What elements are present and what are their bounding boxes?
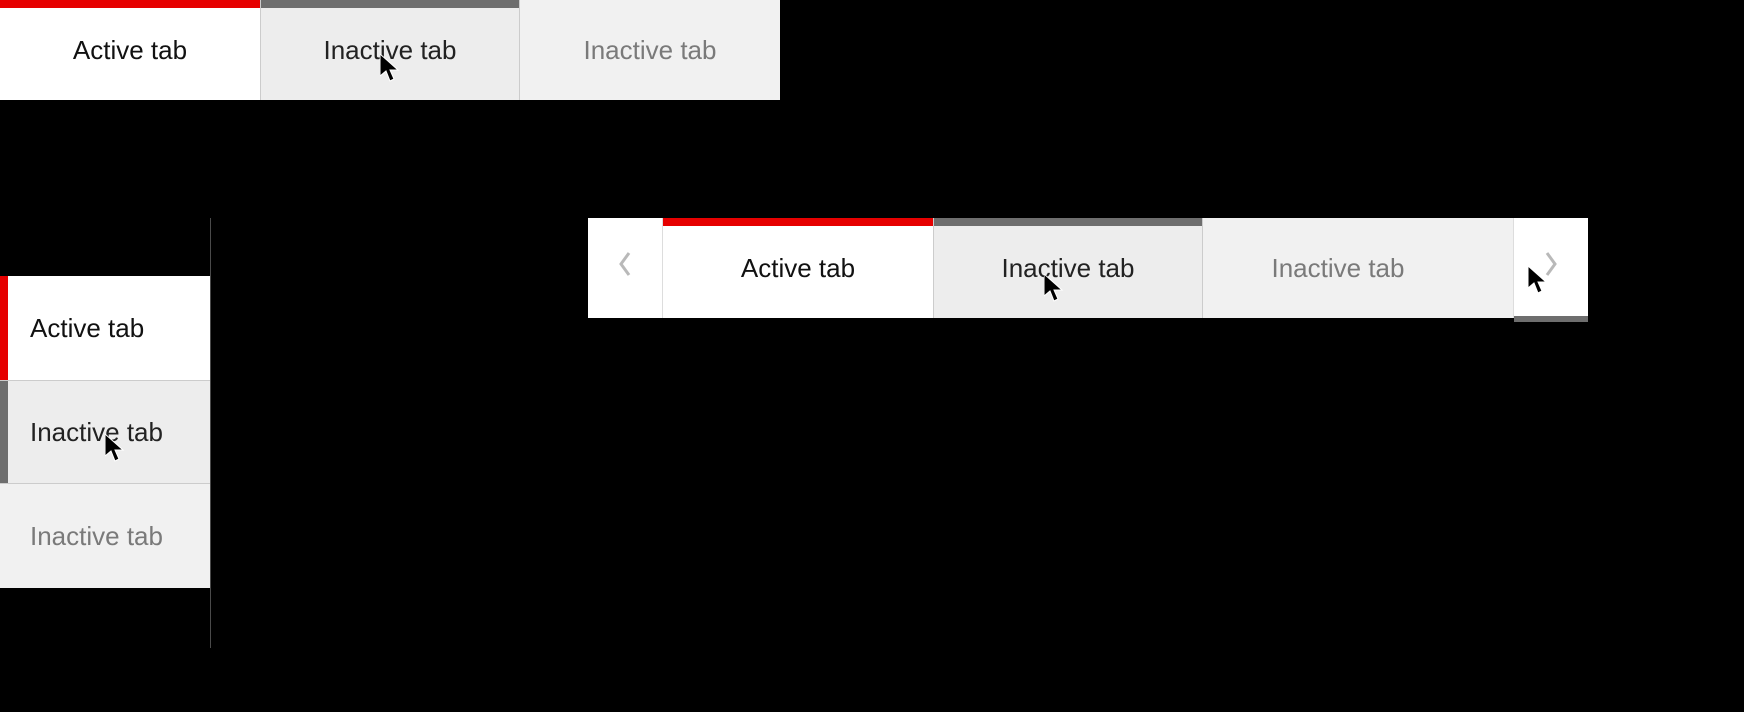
stab-inactive[interactable]: Inactive tab: [1203, 218, 1473, 318]
tab-active[interactable]: Active tab: [0, 0, 260, 100]
stab-inactive-hover[interactable]: Inactive tab: [933, 218, 1203, 318]
chevron-left-icon: [617, 251, 633, 285]
tab-label: Inactive tab: [30, 521, 163, 552]
horizontal-tab-group: Active tab Inactive tab Inactive tab: [0, 0, 780, 100]
vtab-active[interactable]: Active tab: [0, 276, 210, 380]
tab-indicator: [1203, 218, 1473, 226]
scroll-next-button[interactable]: [1513, 218, 1588, 318]
tab-indicator: [934, 218, 1202, 226]
vtab-inactive-hover[interactable]: Inactive tab: [0, 380, 210, 484]
tab-label: Active tab: [73, 35, 187, 66]
tab-label: Inactive tab: [584, 35, 717, 66]
tab-label: Inactive tab: [324, 35, 457, 66]
tab-indicator: [0, 276, 8, 380]
scroll-prev-button[interactable]: [588, 218, 663, 318]
tab-indicator: [0, 484, 8, 588]
scrollable-tab-group: Active tab Inactive tab Inactive tab: [588, 218, 1588, 318]
tab-inactive-hover[interactable]: Inactive tab: [260, 0, 520, 100]
vtab-inactive[interactable]: Inactive tab: [0, 484, 210, 588]
tab-indicator: [663, 218, 933, 226]
tab-label: Active tab: [741, 253, 855, 284]
vertical-divider: [210, 218, 211, 648]
scrollable-tab-list: Active tab Inactive tab Inactive tab: [663, 218, 1513, 318]
stab-active[interactable]: Active tab: [663, 218, 933, 318]
tab-inactive[interactable]: Inactive tab: [520, 0, 780, 100]
tab-label: Inactive tab: [30, 417, 163, 448]
tab-indicator: [0, 381, 8, 483]
tab-label: Inactive tab: [1272, 253, 1405, 284]
tab-label: Inactive tab: [1002, 253, 1135, 284]
tab-label: Active tab: [30, 313, 144, 344]
chevron-right-icon: [1543, 251, 1559, 285]
tab-indicator: [261, 0, 519, 8]
tab-indicator: [0, 0, 260, 8]
vertical-tab-group: Active tab Inactive tab Inactive tab: [0, 276, 210, 588]
tab-indicator: [520, 0, 780, 8]
